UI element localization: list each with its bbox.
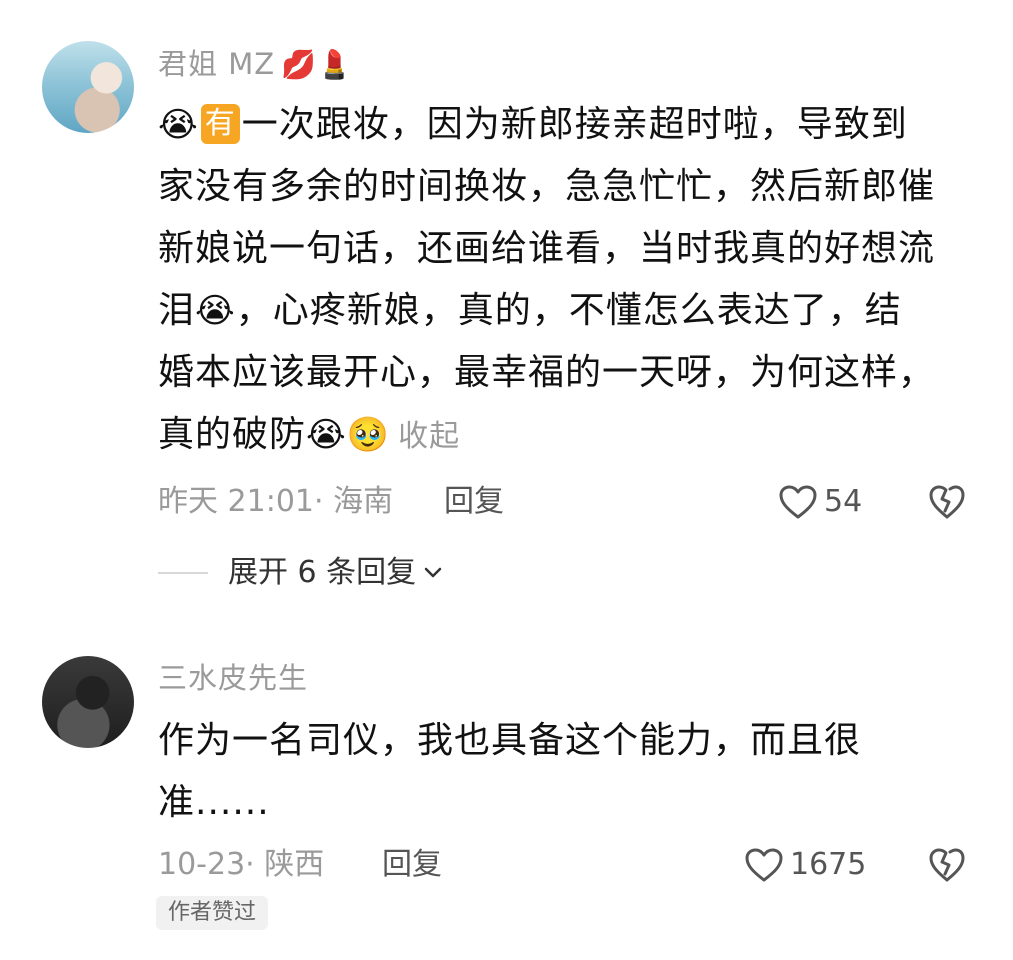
chevron-down-icon — [424, 567, 442, 578]
comment-line: 作为一名司仪，我也具备这个能力，而且很 — [158, 720, 862, 761]
avatar[interactable] — [42, 656, 134, 748]
comment-line-text: ，心疼新娘，真的，不懂怎么表达了，结 — [235, 290, 902, 331]
comment-line-text: 一次跟妆，因为新郎接亲超时啦，导致到 — [241, 104, 908, 145]
dislike-broken-heart-icon[interactable] — [928, 847, 966, 883]
comment-line: 新娘说一句话，还画给谁看，当时我真的好想流 — [158, 228, 936, 269]
lips-lipstick-icon: 💋💄 — [281, 48, 353, 81]
comment-line: 准...... — [158, 782, 270, 823]
comment-line: 家没有多余的时间换妆，急急忙忙，然后新郎催 — [158, 166, 936, 207]
reply-button[interactable]: 回复 — [382, 845, 442, 885]
divider — [158, 572, 208, 574]
crying-pleading-face-icon: 😭🥹 — [306, 415, 391, 455]
expand-replies[interactable]: 展开 6 条回复 — [158, 553, 442, 593]
dislike-broken-heart-icon[interactable] — [928, 484, 966, 520]
like-count: 54 — [824, 484, 863, 519]
username[interactable]: 三水皮先生 — [158, 658, 308, 698]
like-button[interactable]: 54 — [778, 482, 862, 522]
username-label: 君姐 MZ — [158, 47, 276, 81]
avatar[interactable] — [42, 41, 134, 133]
timestamp-location: 10-23· 陕西 — [158, 847, 325, 882]
expand-replies-label: 展开 6 条回复 — [228, 555, 417, 590]
crying-face-icon: 😭 — [158, 105, 199, 145]
like-button[interactable]: 1675 — [744, 845, 866, 885]
reply-button[interactable]: 回复 — [444, 482, 504, 522]
crying-face-icon: 😭 — [195, 291, 236, 331]
like-count: 1675 — [790, 847, 867, 882]
comment-line-text: 真的破防 — [158, 414, 307, 455]
comment-line: 😭 有一次跟妆，因为新郎接亲超时啦，导致到 — [158, 94, 968, 156]
comment-line: 真的破防😭🥹 收起 — [158, 404, 968, 468]
collapse-button[interactable]: 收起 — [398, 419, 460, 454]
comment-line: 婚本应该最开心，最幸福的一天呀，为何这样， — [158, 352, 936, 393]
comment-line: 泪😭，心疼新娘，真的，不懂怎么表达了，结 — [158, 280, 968, 342]
tag-badge: 有 — [200, 104, 240, 144]
author-liked-badge: 作者赞过 — [156, 896, 269, 930]
comment-text: 😭 有一次跟妆，因为新郎接亲超时啦，导致到 家没有多余的时间换妆，急急忙忙，然后新… — [158, 94, 968, 468]
comment-text: 作为一名司仪，我也具备这个能力，而且很 准...... — [158, 710, 968, 834]
timestamp-location: 昨天 21:01· 海南 — [158, 484, 394, 519]
username[interactable]: 君姐 MZ 💋💄 — [158, 44, 353, 85]
heart-icon — [745, 848, 783, 882]
heart-icon — [779, 485, 817, 519]
comment-line-text: 泪 — [158, 290, 196, 331]
